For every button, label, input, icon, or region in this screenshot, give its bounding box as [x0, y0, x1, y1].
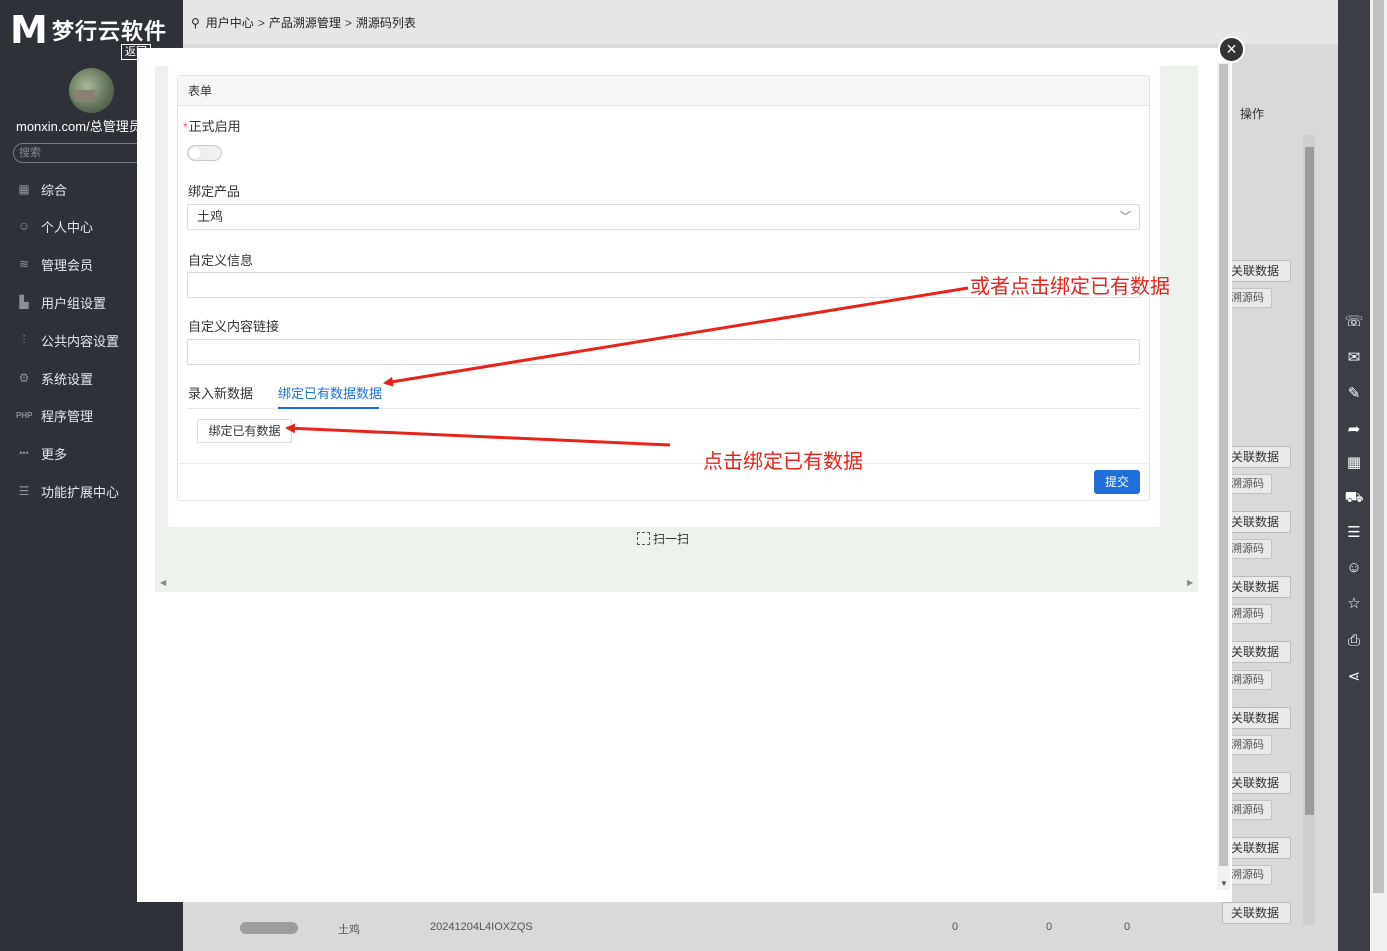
annotation-arrow-top — [383, 286, 969, 387]
annotation-text-bottom: 点击绑定已有数据 — [703, 451, 863, 473]
annotation-arrows — [285, 286, 969, 447]
annotation-text-top: 或者点击绑定已有数据 — [970, 276, 1170, 298]
annotation-arrow-bottom — [285, 423, 671, 447]
